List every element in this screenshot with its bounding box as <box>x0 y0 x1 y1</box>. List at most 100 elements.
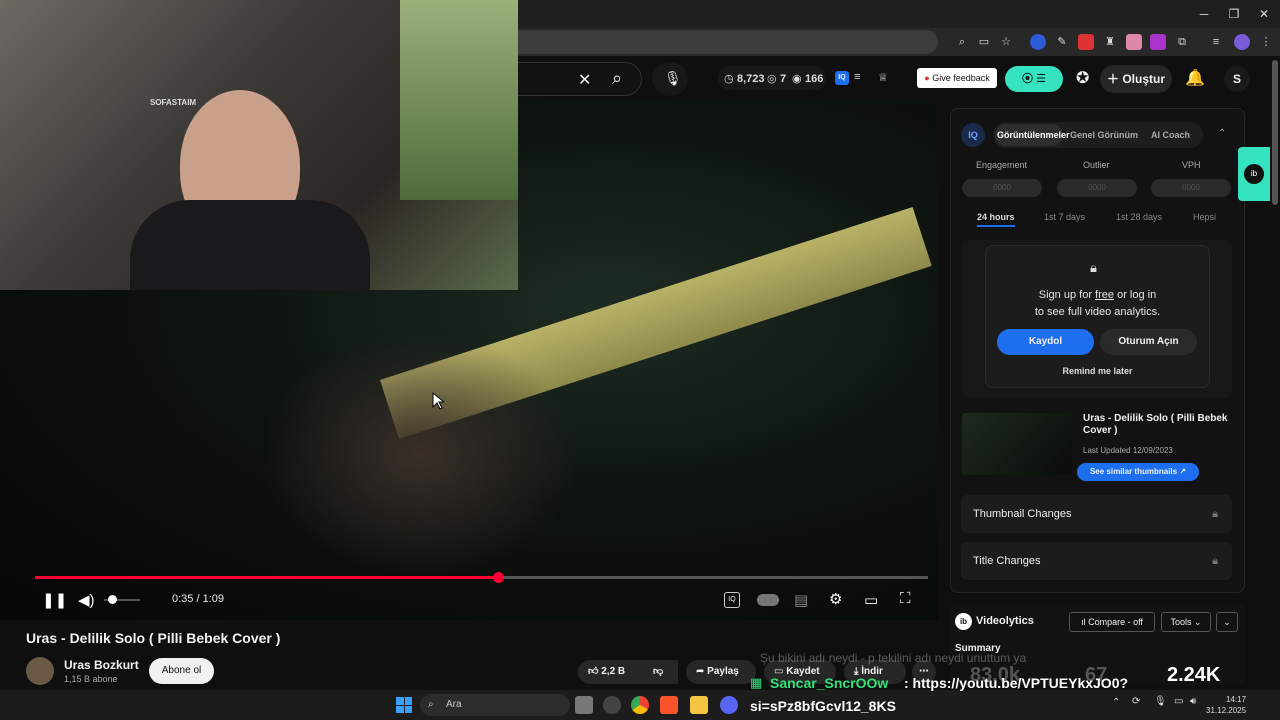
views-stat: 8,723 <box>737 73 765 85</box>
similar-thumbnails-button[interactable]: See similar thumbnails ↗ <box>1077 463 1199 481</box>
search-button[interactable]: ⌕ <box>606 62 642 96</box>
plus-icon: ＋ <box>1106 72 1123 86</box>
chevron-down-icon: ⌄ <box>1191 617 1202 627</box>
signup-button[interactable]: Kaydol <box>997 329 1094 355</box>
expand-chevron-button[interactable]: ⌄ <box>1216 612 1238 632</box>
range-all-tab[interactable]: Hepsi <box>1193 212 1216 222</box>
kebab-menu-icon[interactable]: ⋮ <box>1258 34 1274 50</box>
notifications-bell-icon[interactable]: 🔔 <box>1185 68 1205 88</box>
lock-icon: 🔒︎ <box>1090 260 1097 275</box>
volume-icon[interactable]: ◀) <box>78 591 95 609</box>
volume-knob[interactable] <box>108 595 117 604</box>
reading-list-icon[interactable]: ≡ <box>1208 34 1224 50</box>
extension-icon[interactable] <box>1150 34 1166 50</box>
chrome-icon[interactable] <box>631 696 649 714</box>
remind-later-button[interactable]: Remind me later <box>985 366 1210 376</box>
autoplay-toggle[interactable] <box>757 594 779 606</box>
chat-message: : https://youtu.be/VPTUEYkxJO0? <box>904 675 1129 691</box>
maximize-button[interactable]: ❐ <box>1220 4 1248 24</box>
metric-outlier-label: Outlier <box>1083 160 1110 170</box>
zoom-icon[interactable]: ⌕ <box>954 34 970 50</box>
page-scrollbar[interactable] <box>1272 60 1278 205</box>
dislike-button[interactable]: 👎︎ <box>645 660 677 684</box>
extension-icon[interactable] <box>1030 34 1046 50</box>
vidiq-player-icon[interactable]: IQ <box>724 592 740 608</box>
file-explorer-icon[interactable] <box>690 696 708 714</box>
brave-icon[interactable] <box>660 696 678 714</box>
extension-icon[interactable]: ♜ <box>1102 34 1118 50</box>
settings-gear-icon[interactable]: ⚙ <box>829 590 842 608</box>
minimize-button[interactable]: ─ <box>1190 4 1218 24</box>
tray-chevron-icon[interactable]: ⌃ <box>1112 697 1120 708</box>
sync-icon[interactable]: ⟳ <box>1132 696 1140 707</box>
compare-toggle-button[interactable]: ıl Compare - off <box>1069 612 1155 632</box>
range-24h-tab[interactable]: 24 hours <box>977 212 1015 222</box>
give-feedback-button[interactable]: ● Give feedback <box>917 68 997 88</box>
bookmark-star-icon[interactable]: ☆ <box>998 34 1014 50</box>
copilot-icon[interactable] <box>603 696 621 714</box>
thumbs-down-icon: 👎︎ <box>653 666 664 677</box>
title-changes-label: Title Changes <box>973 555 1041 567</box>
network-icon[interactable]: ▭ <box>1174 696 1183 707</box>
share-button[interactable]: ➦ Paylaş <box>686 660 756 684</box>
tools-dropdown[interactable]: Tools ⌄ <box>1161 612 1211 632</box>
vidiq-menu-button[interactable]: ⦿ ☰ <box>1005 66 1063 92</box>
taskbar-search-box[interactable]: ⌕ Ara <box>420 694 570 716</box>
chat-user-badge-icon: ▦ <box>750 675 763 690</box>
metric-vph-label: VPH <box>1182 160 1201 170</box>
extension-icon[interactable] <box>1126 34 1142 50</box>
list-icon[interactable]: ≡ <box>854 71 860 83</box>
taskbar-search-label: Ara <box>446 699 462 710</box>
trophy-icon[interactable]: ♕ <box>878 71 888 84</box>
discord-icon[interactable] <box>720 696 738 714</box>
close-window-button[interactable]: ✕ <box>1250 4 1278 24</box>
pause-icon[interactable]: ❚❚ <box>42 591 67 609</box>
fullscreen-icon[interactable]: ⛶ <box>900 590 911 607</box>
login-text-part: Sign up for <box>1038 289 1096 301</box>
subscribe-button[interactable]: Abone ol <box>149 658 214 684</box>
channel-avatar[interactable] <box>26 657 54 685</box>
puzzle-icon[interactable]: ⧉ <box>1174 34 1190 50</box>
clock-time: 14:17 <box>1226 695 1247 704</box>
voice-search-button[interactable]: 🎙 <box>652 62 688 96</box>
clear-search-icon[interactable]: ✕ <box>578 70 591 90</box>
cast-icon[interactable]: ▭ <box>976 34 992 50</box>
range-7d-tab[interactable]: 1st 7 days <box>1044 212 1085 222</box>
progress-scrubber[interactable] <box>492 572 504 583</box>
taskbar-clock[interactable]: 14:17 31.12.2025 <box>1206 694 1246 716</box>
collapse-chevron-icon[interactable]: ⌃ <box>1218 128 1226 139</box>
tab-overview[interactable]: Genel Görünüm <box>1070 130 1138 140</box>
videolytics-title: Videolytics <box>976 615 1034 627</box>
microphone-tray-icon[interactable]: 🎙︎ <box>1154 696 1167 707</box>
eye-icon: ◎ <box>767 73 777 85</box>
task-view-icon[interactable] <box>575 696 593 714</box>
microphone-icon: 🎙 <box>664 70 682 86</box>
windows-start-icon[interactable] <box>396 697 412 713</box>
extension-badge-icon[interactable] <box>1078 34 1094 50</box>
pen-icon[interactable]: ✎ <box>1054 34 1070 50</box>
title-changes-row[interactable]: Title Changes 🔒︎ <box>961 542 1232 580</box>
login-free-link[interactable]: free <box>1095 289 1114 301</box>
webcam-overlay: SOFASTAIM <box>0 0 518 290</box>
range-28d-tab[interactable]: 1st 28 days <box>1116 212 1162 222</box>
vidiq-tab-logo-icon: ib <box>1244 164 1264 184</box>
subtitles-icon[interactable]: ▤ <box>794 591 808 609</box>
url-field[interactable] <box>518 30 938 54</box>
tab-views[interactable]: Görüntülenmeler <box>997 130 1070 140</box>
search-icon: ⌕ <box>612 68 623 88</box>
login-button[interactable]: Oturum Açın <box>1100 329 1197 355</box>
thumbnail-changes-row[interactable]: Thumbnail Changes 🔒︎ <box>961 495 1232 533</box>
vidiq-side-tab[interactable]: ib <box>1238 147 1270 201</box>
feedback-label: Give feedback <box>932 73 990 83</box>
create-button[interactable]: ＋ Oluştur <box>1100 65 1172 93</box>
vidiq-logo-icon[interactable]: IQ <box>835 71 849 85</box>
profile-avatar-icon[interactable] <box>1234 34 1250 50</box>
tab-ai-coach[interactable]: AI Coach <box>1151 130 1190 140</box>
videolytics-logo-icon: ib <box>955 613 972 630</box>
compass-icon[interactable]: ✪ <box>1076 68 1089 88</box>
profile-avatar[interactable]: S <box>1224 66 1250 92</box>
channel-name[interactable]: Uras Bozkurt <box>64 658 139 672</box>
speaker-icon[interactable]: 🔊︎ <box>1190 696 1196 707</box>
subscriber-count: 1,15 B abone <box>64 674 118 684</box>
theater-mode-icon[interactable]: ▭ <box>864 591 878 609</box>
